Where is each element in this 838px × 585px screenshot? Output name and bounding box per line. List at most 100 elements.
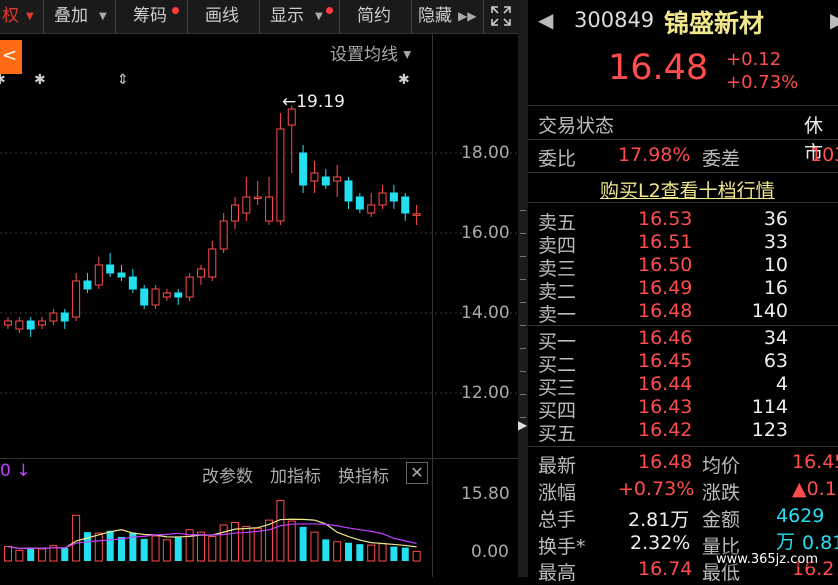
candle[interactable]: [60, 309, 69, 329]
overlay-button[interactable]: 叠加 ▼: [44, 0, 116, 33]
volume-bar[interactable]: [345, 542, 352, 561]
candle[interactable]: [219, 213, 228, 253]
candle[interactable]: [49, 309, 58, 325]
volume-bar[interactable]: [276, 499, 285, 562]
bid-row[interactable]: 买四 16.43 114: [528, 396, 838, 422]
volume-bar[interactable]: [162, 539, 171, 562]
candle[interactable]: [321, 169, 330, 189]
chips-button[interactable]: 筹码: [116, 0, 188, 33]
candle[interactable]: [72, 273, 81, 321]
candle[interactable]: [117, 265, 126, 281]
volume-bar[interactable]: [390, 546, 398, 561]
volume-bar[interactable]: [299, 526, 307, 561]
volume-bar[interactable]: [61, 548, 69, 561]
candle[interactable]: [299, 145, 308, 193]
candle[interactable]: [94, 257, 103, 289]
volume-bar[interactable]: [72, 514, 81, 562]
next-stock-icon[interactable]: ▶: [830, 8, 838, 32]
volume-bar[interactable]: [253, 527, 262, 562]
candle[interactable]: [208, 241, 217, 281]
bid-row[interactable]: 买二 16.45 63: [528, 350, 838, 376]
volume-bar[interactable]: [367, 544, 376, 562]
volume-bar[interactable]: [174, 537, 182, 561]
close-icon[interactable]: ✕: [406, 462, 428, 484]
volume-bar[interactable]: [38, 548, 47, 562]
candle[interactable]: [378, 185, 387, 209]
candle[interactable]: [389, 185, 398, 209]
candle[interactable]: [265, 177, 274, 225]
switch-indicator-button[interactable]: 换指标: [338, 462, 389, 487]
prev-stock-icon[interactable]: ◀: [538, 8, 553, 32]
candle[interactable]: [412, 205, 421, 225]
bid-row[interactable]: 买一 16.46 34: [528, 327, 838, 353]
volume-bar[interactable]: [231, 522, 239, 562]
candle[interactable]: [15, 317, 24, 333]
ask-row[interactable]: 卖二 16.49 16: [528, 277, 838, 303]
candle[interactable]: [401, 193, 410, 221]
ask-row[interactable]: 卖五 16.53 36: [528, 208, 838, 234]
volume-bar[interactable]: [242, 525, 251, 562]
candle[interactable]: [310, 161, 319, 193]
volume-bar[interactable]: [412, 550, 421, 562]
volume-bar[interactable]: [140, 538, 148, 561]
volume-bar[interactable]: [27, 547, 35, 561]
candle[interactable]: [162, 289, 171, 301]
candle[interactable]: [174, 289, 183, 305]
candle[interactable]: [196, 265, 205, 285]
volume-bar[interactable]: [106, 530, 114, 561]
candle[interactable]: [355, 193, 364, 213]
candle[interactable]: [4, 317, 12, 329]
candle[interactable]: [367, 193, 376, 217]
volume-bar[interactable]: [196, 531, 205, 562]
candle[interactable]: [140, 285, 149, 309]
volume-chart[interactable]: [0, 485, 432, 577]
candle[interactable]: [231, 197, 239, 229]
candle[interactable]: [151, 285, 160, 309]
candlestick-chart[interactable]: [0, 33, 518, 460]
volume-bar[interactable]: [208, 535, 217, 562]
fq-dropdown[interactable]: 权 ▼: [0, 0, 44, 33]
volume-bar[interactable]: [265, 519, 274, 562]
candle[interactable]: [38, 317, 47, 329]
volume-bar[interactable]: [15, 549, 24, 562]
volume-bar[interactable]: [151, 535, 160, 562]
volume-bar[interactable]: [219, 524, 228, 562]
candle[interactable]: [26, 317, 35, 337]
ask-row[interactable]: 卖四 16.51 33: [528, 231, 838, 257]
l2-upgrade-link[interactable]: 购买L2查看十档行情: [600, 176, 775, 203]
volume-bar[interactable]: [322, 539, 330, 561]
ask-row[interactable]: 卖一 16.48 140: [528, 300, 838, 326]
fullscreen-button[interactable]: [484, 0, 518, 33]
simple-button[interactable]: 简约: [340, 0, 412, 33]
volume-bar[interactable]: [118, 536, 125, 561]
display-button[interactable]: 显示 ▼: [260, 0, 340, 33]
candle[interactable]: [333, 165, 342, 197]
ask-row[interactable]: 卖三 16.50 10: [528, 254, 838, 280]
bid-row[interactable]: 买三 16.44 4: [528, 373, 838, 399]
volume-bar[interactable]: [94, 532, 103, 562]
candle[interactable]: [185, 273, 194, 301]
candle[interactable]: [106, 253, 115, 277]
candle[interactable]: [83, 273, 92, 293]
candle[interactable]: [287, 105, 296, 173]
volume-bar[interactable]: [356, 544, 364, 561]
candle[interactable]: [276, 113, 285, 225]
volume-bar[interactable]: [401, 547, 409, 561]
candle[interactable]: [253, 181, 262, 205]
bid-row[interactable]: 买五 16.42 123: [528, 419, 838, 445]
volume-bar[interactable]: [378, 543, 387, 562]
add-indicator-button[interactable]: 加指标: [270, 462, 321, 487]
volume-bar[interactable]: [4, 546, 12, 562]
candle[interactable]: [242, 177, 251, 221]
volume-bar[interactable]: [287, 520, 296, 562]
hide-button[interactable]: 隐藏 ▶▶: [412, 0, 484, 33]
candle[interactable]: [128, 269, 137, 293]
draw-line-button[interactable]: 画线: [188, 0, 260, 33]
volume-bar[interactable]: [333, 541, 342, 562]
change-params-button[interactable]: 改参数: [202, 462, 253, 487]
ask-volume: 36: [763, 208, 788, 230]
volume-bar[interactable]: [310, 531, 319, 562]
volume-bar[interactable]: [83, 532, 91, 561]
chg-value: ▲0.12: [792, 478, 838, 500]
candle[interactable]: [344, 177, 353, 209]
